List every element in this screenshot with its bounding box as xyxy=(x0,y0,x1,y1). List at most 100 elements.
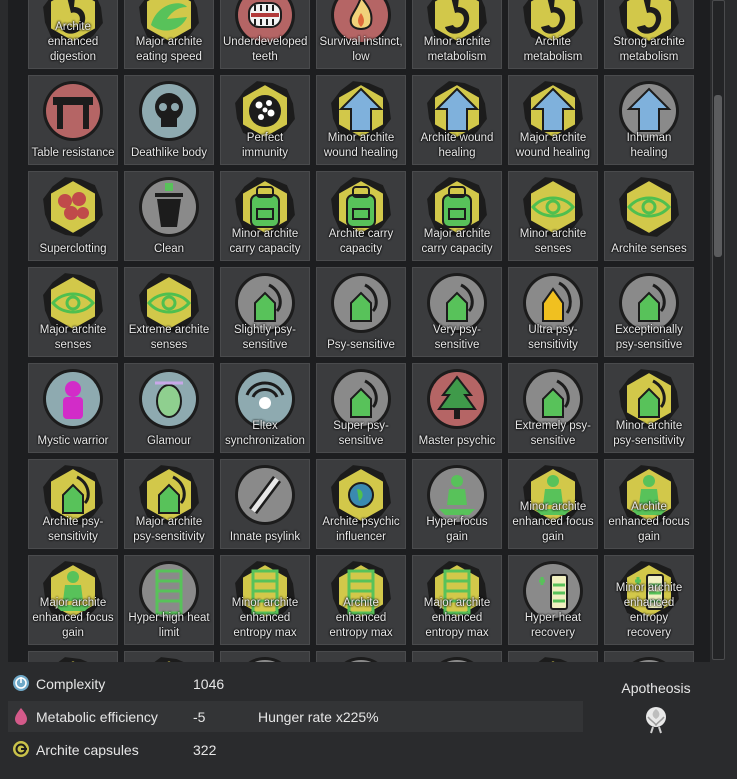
gene-tile[interactable]: Mystic warrior xyxy=(28,363,118,453)
gene-tile[interactable]: Survival instinct, low xyxy=(316,0,406,69)
gene-tile[interactable]: Archite enhanced digestion xyxy=(28,0,118,69)
gene-label: Extreme archite senses xyxy=(128,324,210,351)
gene-label: Minor archite psy-sensitivity xyxy=(613,420,685,447)
gene-tile[interactable]: Archite wound healing xyxy=(412,75,502,165)
gene-label: Major archite senses xyxy=(39,324,107,351)
gene-tile[interactable]: Minor archite enhanced entropy recovery xyxy=(604,555,694,645)
gene-tile[interactable]: Major archite senses xyxy=(28,267,118,357)
gene-tile[interactable]: Deathlike body xyxy=(124,75,214,165)
gene-tile[interactable]: Glamour xyxy=(124,363,214,453)
gene-label: Mystic warrior xyxy=(37,435,109,447)
gene-tile[interactable]: Archite psy-sensitivity xyxy=(28,459,118,549)
gene-tile[interactable]: Extremely psy-sensitive xyxy=(508,363,598,453)
gene-tile[interactable]: Strong archite metabolism xyxy=(604,0,694,69)
gene-tile[interactable]: Master psychic xyxy=(412,363,502,453)
gene-label: Hyper heat recovery xyxy=(524,612,582,639)
gene-tile[interactable]: Archite senses xyxy=(604,171,694,261)
gene-label: Inhuman healing xyxy=(626,132,672,159)
gene-tile[interactable]: Archite psychic influencer xyxy=(316,459,406,549)
gene-label: Archite carry capacity xyxy=(328,228,394,255)
gene-label: Archite wound healing xyxy=(420,132,494,159)
gene-tile[interactable] xyxy=(28,651,118,662)
gene-label: Major archite eating speed xyxy=(135,36,203,63)
gene-tile[interactable]: Super psy-sensitive xyxy=(316,363,406,453)
gene-tile[interactable]: Extreme archite senses xyxy=(124,267,214,357)
gene-tile[interactable]: Major archite eating speed xyxy=(124,0,214,69)
rose-icon xyxy=(646,707,666,734)
archite-value: 322 xyxy=(193,742,217,758)
gene-label: Innate psylink xyxy=(229,531,301,543)
gene-tile[interactable]: Clean xyxy=(124,171,214,261)
table-icon xyxy=(43,81,103,141)
gene-tile[interactable]: Minor archite senses xyxy=(508,171,598,261)
gene-tile[interactable]: Archite enhanced entropy max xyxy=(316,555,406,645)
hunger-rate-text: Hunger rate x225% xyxy=(258,709,379,725)
metabolic-row: Metabolic efficiency -5 Hunger rate x225… xyxy=(8,701,583,732)
gene-grid-panel: Archite enhanced digestion Major archite … xyxy=(8,0,710,662)
gene-tile[interactable]: Minor archite enhanced entropy max xyxy=(220,555,310,645)
gene-icon xyxy=(538,657,568,662)
gene-tile[interactable]: Archite carry capacity xyxy=(316,171,406,261)
gene-label: Archite psy-sensitivity xyxy=(42,516,104,543)
gene-label: Hyper high heat limit xyxy=(128,612,210,639)
gene-label: Exceptionally psy-sensitive xyxy=(615,324,683,351)
gene-tile[interactable]: Psy-sensitive xyxy=(316,267,406,357)
gene-tile[interactable]: Superclotting xyxy=(28,171,118,261)
gene-label: Major archite carry capacity xyxy=(421,228,493,255)
gene-tile[interactable]: Exceptionally psy-sensitive xyxy=(604,267,694,357)
gene-tile[interactable]: Major archite wound healing xyxy=(508,75,598,165)
gene-tile[interactable]: Very psy-sensitive xyxy=(412,267,502,357)
gene-tile[interactable] xyxy=(604,651,694,662)
gene-tile[interactable] xyxy=(316,651,406,662)
gene-tile[interactable]: Innate psylink xyxy=(220,459,310,549)
gene-label: Clean xyxy=(153,243,185,255)
gene-tile[interactable]: Minor archite metabolism xyxy=(412,0,502,69)
gene-tile[interactable]: Hyper high heat limit xyxy=(124,555,214,645)
gene-tile[interactable]: Minor archite psy-sensitivity xyxy=(604,363,694,453)
gene-label: Deathlike body xyxy=(130,147,208,159)
gene-tile[interactable]: Slightly psy-sensitive xyxy=(220,267,310,357)
gene-label: Archite enhanced focus gain xyxy=(608,501,690,543)
archite-capsule-icon xyxy=(13,741,29,757)
gene-label: Master psychic xyxy=(418,435,496,447)
scrollbar-thumb[interactable] xyxy=(714,95,722,257)
gene-label: Strong archite metabolism xyxy=(613,36,685,63)
gene-tile[interactable]: Eltex synchronization xyxy=(220,363,310,453)
gene-label: Archite enhanced digestion xyxy=(47,21,99,63)
gene-icon xyxy=(440,657,474,662)
gene-tile[interactable]: Hyper focus gain xyxy=(412,459,502,549)
gene-tile[interactable]: Ultra psy-sensitivity xyxy=(508,267,598,357)
apotheosis-badge[interactable]: Apotheosis xyxy=(610,680,702,736)
gene-tile[interactable]: Minor archite wound healing xyxy=(316,75,406,165)
gene-label: Minor archite senses xyxy=(519,228,587,255)
cells-icon xyxy=(43,177,103,237)
metabolic-value: -5 xyxy=(193,709,206,725)
gene-tile[interactable]: Underdeveloped teeth xyxy=(220,0,310,69)
complexity-label: Complexity xyxy=(36,676,106,692)
gene-tile[interactable]: Major archite enhanced focus gain xyxy=(28,555,118,645)
gene-tile[interactable]: Major archite psy-sensitivity xyxy=(124,459,214,549)
gene-tile[interactable]: Inhuman healing xyxy=(604,75,694,165)
trash-icon xyxy=(139,177,199,237)
gene-tile[interactable] xyxy=(124,651,214,662)
gene-tile[interactable]: Minor archite carry capacity xyxy=(220,171,310,261)
gene-label: Slightly psy-sensitive xyxy=(234,324,296,351)
gene-icon xyxy=(632,657,666,662)
gene-tile[interactable] xyxy=(508,651,598,662)
gene-tile[interactable]: Major archite carry capacity xyxy=(412,171,502,261)
gene-tile[interactable]: Hyper heat recovery xyxy=(508,555,598,645)
gene-label: Major archite enhanced entropy max xyxy=(423,597,491,639)
gene-tile[interactable] xyxy=(220,651,310,662)
gene-label: Archite senses xyxy=(611,243,687,255)
gene-tile[interactable] xyxy=(412,651,502,662)
gene-tile[interactable]: Archite metabolism xyxy=(508,0,598,69)
stats-panel: Complexity 1046 Metabolic efficiency -5 … xyxy=(8,668,583,767)
gene-tile[interactable]: Table resistance xyxy=(28,75,118,165)
link-icon xyxy=(235,465,295,525)
gene-tile[interactable]: Perfect immunity xyxy=(220,75,310,165)
gene-tile[interactable]: Minor archite enhanced focus gain xyxy=(508,459,598,549)
gene-label: Extremely psy-sensitive xyxy=(514,420,592,447)
gene-label: Glamour xyxy=(146,435,192,447)
gene-tile[interactable]: Archite enhanced focus gain xyxy=(604,459,694,549)
gene-tile[interactable]: Major archite enhanced entropy max xyxy=(412,555,502,645)
